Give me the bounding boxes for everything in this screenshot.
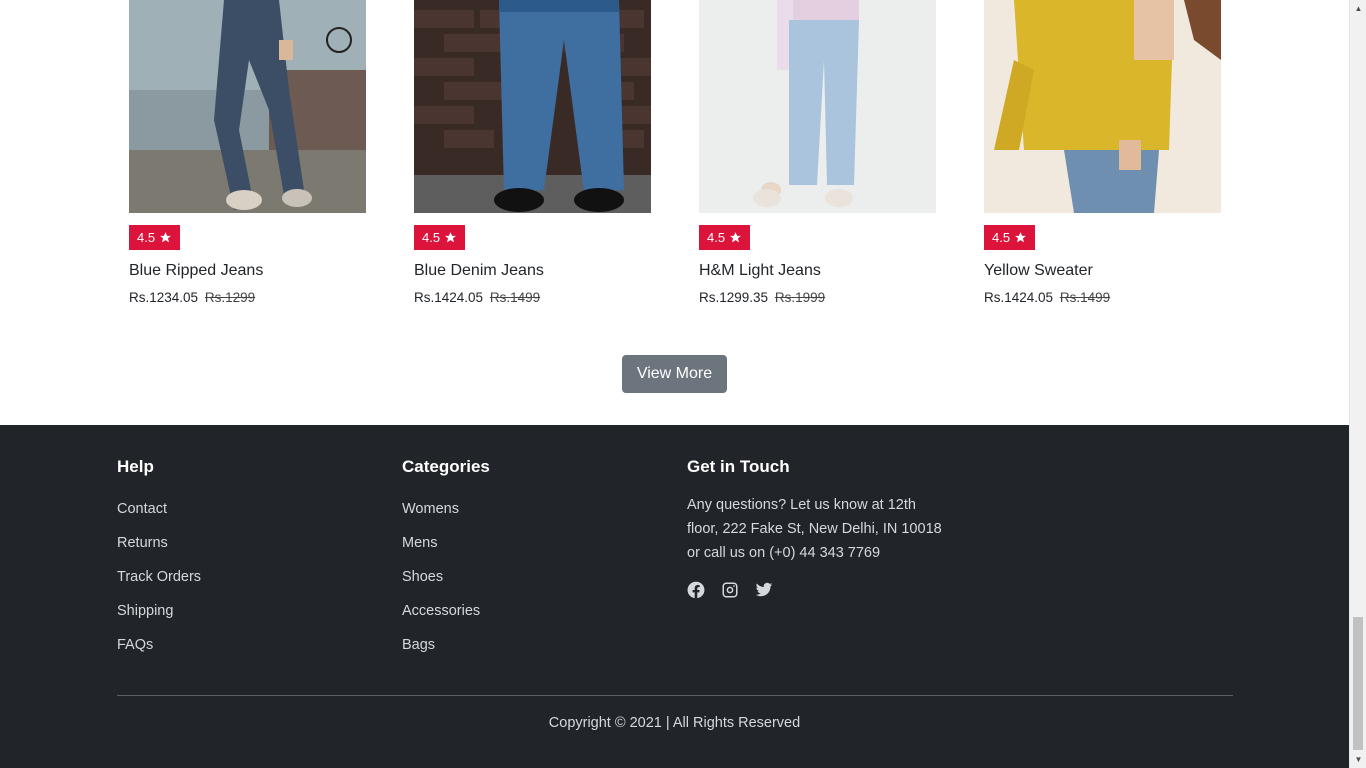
product-card[interactable]: 4.5 Blue Denim Jeans Rs.1424.05 Rs.1499 <box>414 0 651 305</box>
original-price: Rs.1299 <box>204 290 256 305</box>
footer-link-shoes[interactable]: Shoes <box>402 569 480 603</box>
product-card[interactable]: 4.5 Blue Ripped Jeans Rs.1234.05 Rs.1299 <box>129 0 366 305</box>
product-name[interactable]: Blue Ripped Jeans <box>129 262 263 280</box>
rating-badge: 4.5 <box>414 225 466 250</box>
site-footer: Help Contact Returns Track Orders Shippi… <box>0 425 1349 768</box>
original-price: Rs.1999 <box>774 290 826 305</box>
product-image[interactable] <box>699 0 936 213</box>
footer-link-faqs[interactable]: FAQs <box>117 637 201 671</box>
twitter-icon[interactable] <box>755 581 773 599</box>
product-name[interactable]: H&M Light Jeans <box>699 262 821 280</box>
product-image[interactable] <box>414 0 651 213</box>
scroll-up-icon[interactable]: ▲ <box>1350 0 1366 17</box>
footer-help-links: Contact Returns Track Orders Shipping FA… <box>117 501 201 671</box>
star-icon <box>445 232 456 243</box>
scrollbar-thumb[interactable] <box>1353 617 1363 750</box>
vertical-scrollbar[interactable]: ▲ ▼ <box>1349 0 1366 768</box>
product-price: Rs.1424.05 Rs.1499 <box>414 290 540 305</box>
current-price: Rs.1424.05 <box>984 290 1054 305</box>
product-card[interactable]: 4.5 H&M Light Jeans Rs.1299.35 Rs.1999 <box>699 0 936 305</box>
social-links <box>687 581 773 599</box>
star-icon <box>730 232 741 243</box>
footer-link-mens[interactable]: Mens <box>402 535 480 569</box>
product-price: Rs.1234.05 Rs.1299 <box>129 290 255 305</box>
rating-value: 4.5 <box>137 230 156 245</box>
product-image[interactable] <box>984 0 1221 213</box>
footer-divider <box>117 695 1233 696</box>
instagram-icon[interactable] <box>721 581 739 599</box>
footer-link-bags[interactable]: Bags <box>402 637 480 671</box>
product-price: Rs.1299.35 Rs.1999 <box>699 290 825 305</box>
star-icon <box>1015 232 1026 243</box>
rating-badge: 4.5 <box>129 225 181 250</box>
facebook-icon[interactable] <box>687 581 705 599</box>
footer-link-womens[interactable]: Womens <box>402 501 480 535</box>
footer-categories-title: Categories <box>402 457 490 476</box>
rating-value: 4.5 <box>707 230 726 245</box>
rating-value: 4.5 <box>992 230 1011 245</box>
footer-link-track-orders[interactable]: Track Orders <box>117 569 201 603</box>
rating-badge: 4.5 <box>699 225 751 250</box>
current-price: Rs.1234.05 <box>129 290 199 305</box>
footer-link-shipping[interactable]: Shipping <box>117 603 201 637</box>
footer-contact-title: Get in Touch <box>687 457 790 476</box>
rating-badge: 4.5 <box>984 225 1036 250</box>
footer-help-title: Help <box>117 457 154 476</box>
footer-link-accessories[interactable]: Accessories <box>402 603 480 637</box>
product-section: 4.5 Blue Ripped Jeans Rs.1234.05 Rs.1299 <box>0 0 1349 425</box>
current-price: Rs.1299.35 <box>699 290 769 305</box>
original-price: Rs.1499 <box>489 290 541 305</box>
product-card[interactable]: 4.5 Yellow Sweater Rs.1424.05 Rs.1499 <box>984 0 1221 305</box>
scroll-down-icon[interactable]: ▼ <box>1350 751 1366 768</box>
footer-link-returns[interactable]: Returns <box>117 535 201 569</box>
product-name[interactable]: Yellow Sweater <box>984 262 1093 280</box>
footer-categories-links: Womens Mens Shoes Accessories Bags <box>402 501 480 671</box>
rating-value: 4.5 <box>422 230 441 245</box>
current-price: Rs.1424.05 <box>414 290 484 305</box>
product-name[interactable]: Blue Denim Jeans <box>414 262 544 280</box>
product-price: Rs.1424.05 Rs.1499 <box>984 290 1110 305</box>
footer-contact-text: Any questions? Let us know at 12th floor… <box>687 497 942 561</box>
original-price: Rs.1499 <box>1059 290 1111 305</box>
copyright-text: Copyright © 2021 | All Rights Reserved <box>548 715 801 731</box>
star-icon <box>160 232 171 243</box>
product-image[interactable] <box>129 0 366 213</box>
footer-link-contact[interactable]: Contact <box>117 501 201 535</box>
view-more-button[interactable]: View More <box>622 355 727 393</box>
